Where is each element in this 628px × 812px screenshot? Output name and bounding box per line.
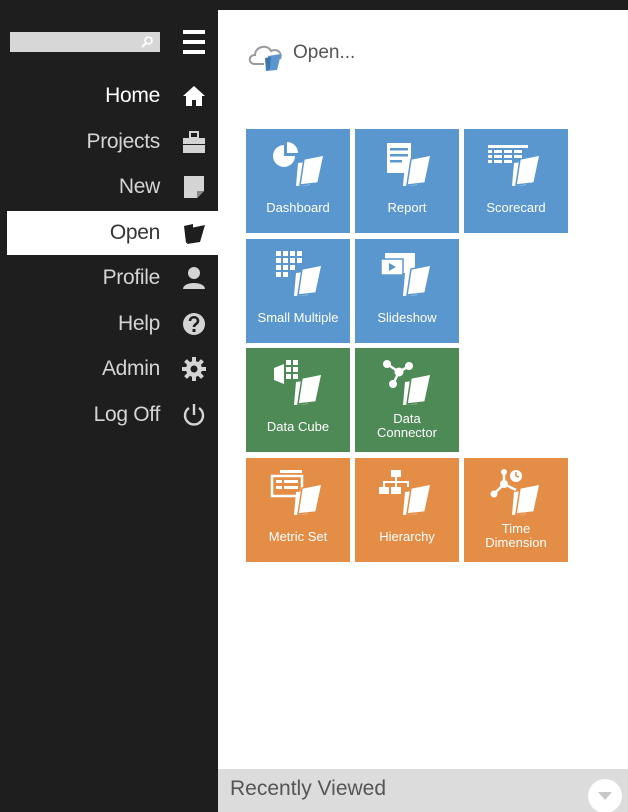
data-connector-open-icon [383, 360, 432, 405]
report-open-icon [387, 143, 432, 186]
tile-label: Metric Set [268, 529, 328, 544]
sidebar-item-label: New [118, 175, 160, 198]
sidebar-item-label: Profile [102, 266, 161, 289]
sidebar-item-help[interactable]: Help [7, 302, 218, 346]
hierarchy-open-icon [379, 470, 432, 515]
sidebar-item-projects[interactable]: Projects [7, 120, 218, 164]
sidebar-item-label: Projects [86, 130, 161, 153]
tile-label: Hierarchy [379, 529, 435, 544]
sidebar-item-label: Log Off [93, 403, 161, 426]
home-icon [183, 86, 205, 106]
tile-label: Scorecard [486, 200, 546, 215]
sidebar: Home Projects New Open Profile Help Admi… [0, 0, 218, 812]
sidebar-item-open[interactable]: Open [7, 211, 218, 255]
tile-small-multiple[interactable]: Small Multiple [246, 239, 350, 343]
gear-icon [182, 357, 206, 381]
chevron-down-icon [598, 792, 612, 800]
sidebar-item-label: Admin [101, 357, 160, 380]
tile-time-dimension[interactable]: Time Dimension [464, 458, 568, 562]
power-icon [183, 404, 205, 426]
briefcase-icon [183, 131, 205, 153]
tile-dashboard[interactable]: Dashboard [246, 129, 350, 233]
tile-label: Data Cube [266, 419, 330, 434]
recently-viewed-bar[interactable]: Recently Viewed [218, 769, 628, 812]
new-document-icon [184, 176, 204, 198]
sidebar-item-profile[interactable]: Profile [7, 256, 218, 300]
tile-data-cube[interactable]: Data Cube [246, 348, 350, 452]
sidebar-item-label: Home [105, 84, 160, 107]
slideshow-open-icon [380, 253, 432, 296]
help-icon [183, 313, 205, 335]
dashboard-open-icon [273, 142, 325, 186]
sidebar-item-home[interactable]: Home [7, 74, 218, 118]
tile-label: Dashboard [266, 200, 330, 215]
recently-viewed-label: Recently Viewed [230, 777, 387, 800]
tile-hierarchy[interactable]: Hierarchy [355, 458, 459, 562]
tile-slideshow[interactable]: Slideshow [355, 239, 459, 343]
sidebar-item-label: Help [118, 312, 160, 335]
data-cube-open-icon [274, 360, 323, 405]
tile-report[interactable]: Report [355, 129, 459, 233]
tile-data-connector[interactable]: Data Connector [355, 348, 459, 452]
hamburger-menu-icon[interactable] [181, 29, 207, 55]
time-dimension-open-icon [490, 469, 541, 515]
tile-scorecard[interactable]: Scorecard [464, 129, 568, 233]
main-panel: Open... Dashboard Report Scorecard Small… [218, 10, 628, 812]
tile-label: Report [387, 200, 427, 215]
metric-set-open-icon [270, 470, 323, 515]
tile-label: Small Multiple [257, 310, 339, 325]
tile-label: Slideshow [377, 310, 437, 325]
user-icon [183, 267, 205, 289]
sidebar-item-admin[interactable]: Admin [7, 347, 218, 391]
search-icon[interactable] [140, 35, 154, 49]
tile-metric-set[interactable]: Metric Set [246, 458, 350, 562]
small-multiple-open-icon [276, 251, 323, 296]
sidebar-item-label: Open [109, 221, 160, 244]
cloud-open-icon [248, 45, 282, 71]
page-title: Open... [293, 42, 356, 63]
scorecard-open-icon [488, 145, 541, 186]
recently-viewed-toggle[interactable] [588, 779, 622, 812]
tile-label: Time Dimension [485, 521, 547, 550]
search-input[interactable] [10, 32, 160, 52]
tile-label: Data Connector [377, 411, 437, 440]
sidebar-item-new[interactable]: New [7, 165, 218, 209]
open-folder-icon [184, 224, 205, 244]
sidebar-item-log-off[interactable]: Log Off [7, 393, 218, 437]
